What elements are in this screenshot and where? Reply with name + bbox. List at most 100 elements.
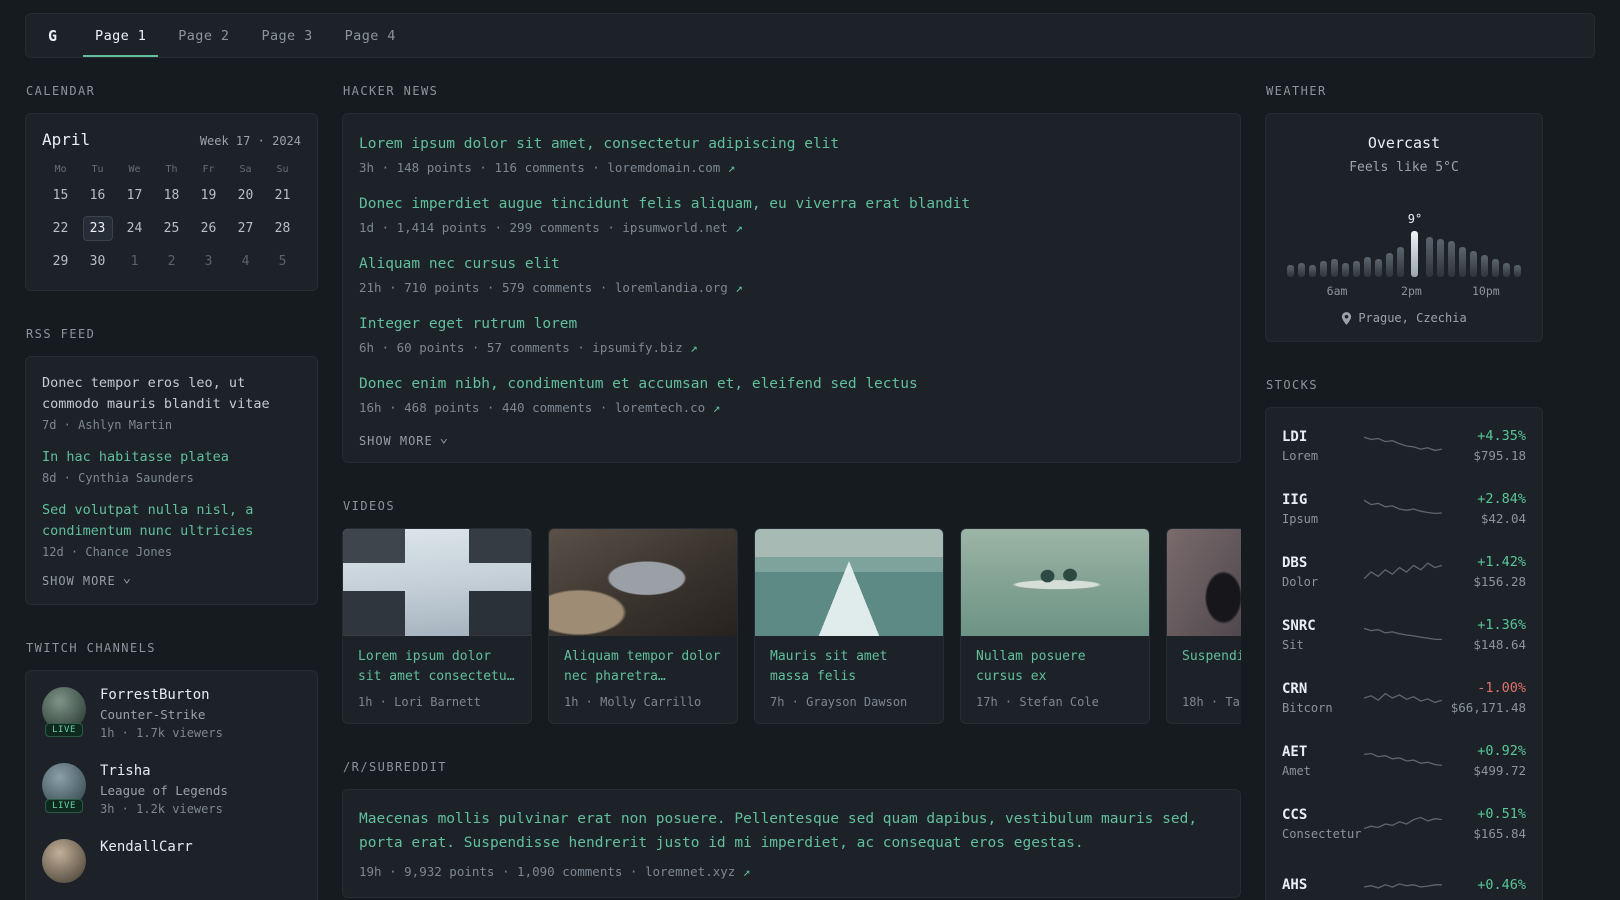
tab-page-4[interactable]: Page 4 bbox=[333, 14, 408, 57]
stock-price: $156.28 bbox=[1473, 574, 1526, 589]
calendar-day[interactable]: 27 bbox=[231, 216, 261, 241]
channel-name[interactable]: KendallCarr bbox=[100, 839, 193, 855]
app-logo[interactable]: G bbox=[48, 14, 57, 57]
calendar-day[interactable]: 16 bbox=[83, 183, 113, 208]
calendar-day[interactable]: 5 bbox=[268, 249, 298, 274]
sparkline-svg bbox=[1364, 692, 1443, 703]
hn-story-title[interactable]: Donec imperdiet augue tincidunt felis al… bbox=[359, 194, 1224, 215]
rss-item-title[interactable]: Donec tempor eros leo, ut commodo mauris… bbox=[42, 373, 301, 415]
calendar-day[interactable]: 20 bbox=[231, 183, 261, 208]
video-meta: 18h · Tara bbox=[1182, 695, 1241, 710]
hn-story-domain[interactable]: ipsumworld.net ↗ bbox=[622, 220, 742, 235]
calendar-day[interactable]: 24 bbox=[120, 216, 150, 241]
stock-row[interactable]: CRN Bitcorn -1.00% $66,171.48 bbox=[1282, 666, 1526, 729]
calendar-day[interactable]: 3 bbox=[194, 249, 224, 274]
stock-row[interactable]: IIG Ipsum +2.84% $42.04 bbox=[1282, 477, 1526, 540]
video-card[interactable]: Lorem ipsum dolor sit amet consectetu… 1h… bbox=[342, 528, 532, 725]
stock-name: Lorem bbox=[1282, 448, 1319, 463]
stock-row[interactable]: AHS +0.46% bbox=[1282, 855, 1526, 900]
rss-list: Donec tempor eros leo, ut commodo mauris… bbox=[42, 373, 301, 559]
channel-name[interactable]: ForrestBurton bbox=[100, 687, 223, 703]
stock-row[interactable]: AET Amet +0.92% $499.72 bbox=[1282, 729, 1526, 792]
stock-info: IIG Ipsum bbox=[1282, 492, 1364, 526]
calendar-day[interactable]: 19 bbox=[194, 183, 224, 208]
weather-bar bbox=[1426, 237, 1434, 277]
video-title[interactable]: Nullam posuere cursus ex bbox=[976, 647, 1134, 688]
subreddit-card: Maecenas mollis pulvinar erat non posuer… bbox=[342, 789, 1241, 898]
video-title[interactable]: Mauris sit amet massa felis bbox=[770, 647, 928, 688]
stock-name: Dolor bbox=[1282, 574, 1319, 589]
rss-show-more-button[interactable]: SHOW MORE ⌄ bbox=[42, 571, 301, 588]
calendar-day[interactable]: 1 bbox=[120, 249, 150, 274]
calendar-day[interactable]: 15 bbox=[46, 183, 76, 208]
stock-values: +0.46% bbox=[1442, 877, 1526, 897]
stock-row[interactable]: DBS Dolor +1.42% $156.28 bbox=[1282, 540, 1526, 603]
sparkline-svg bbox=[1364, 882, 1443, 889]
tab-page-3[interactable]: Page 3 bbox=[249, 14, 324, 57]
twitch-channel-list: LIVE ForrestBurton Counter-Strike 1h · 1.7k… bbox=[42, 686, 301, 883]
hn-story-domain[interactable]: loremlandia.org ↗ bbox=[615, 280, 743, 295]
hn-story-domain[interactable]: loremtech.co ↗ bbox=[615, 400, 720, 415]
twitch-channel-item[interactable]: LIVE Trisha League of Legends 3h · 1.2k vie… bbox=[42, 762, 301, 816]
video-title[interactable]: Lorem ipsum dolor sit amet consectetu… bbox=[358, 647, 516, 688]
hn-story-title[interactable]: Integer eget rutrum lorem bbox=[359, 314, 1224, 335]
video-card[interactable]: Aliquam tempor dolor nec pharetra… 1h · M… bbox=[548, 528, 738, 725]
calendar-day[interactable]: 21 bbox=[268, 183, 298, 208]
tab-page-1[interactable]: Page 1 bbox=[83, 14, 159, 57]
weather-bar bbox=[1286, 265, 1294, 277]
video-card[interactable]: Nullam posuere cursus ex 17h · Stefan Col… bbox=[960, 528, 1150, 725]
right-column: WEATHER Overcast Feels like 5°C 9° 6am 2p… bbox=[1265, 84, 1543, 900]
calendar-day[interactable]: 17 bbox=[120, 183, 150, 208]
video-title[interactable]: Aliquam tempor dolor nec pharetra… bbox=[564, 647, 722, 688]
hn-story-domain[interactable]: loremdomain.com ↗ bbox=[607, 160, 735, 175]
channel-game[interactable]: Counter-Strike bbox=[100, 707, 223, 722]
calendar-day[interactable]: 18 bbox=[157, 183, 187, 208]
weather-bar bbox=[1374, 259, 1382, 277]
video-title[interactable]: Suspendisse diam bbox=[1182, 647, 1241, 688]
video-card[interactable]: Mauris sit amet massa felis 7h · Grayson … bbox=[754, 528, 944, 725]
twitch-channel-item[interactable]: KendallCarr bbox=[42, 838, 301, 883]
calendar-day[interactable]: 29 bbox=[46, 249, 76, 274]
stock-row[interactable]: SNRC Sit +1.36% $148.64 bbox=[1282, 603, 1526, 666]
calendar-day[interactable]: 2 bbox=[157, 249, 187, 274]
calendar-day[interactable]: 25 bbox=[157, 216, 187, 241]
weather-hour-bar bbox=[1492, 259, 1500, 277]
hn-story-title[interactable]: Donec enim nibh, condimentum et accumsan… bbox=[359, 374, 1224, 395]
reddit-post-domain[interactable]: loremnet.xyz ↗ bbox=[645, 864, 750, 879]
stock-row[interactable]: LDI Lorem +4.35% $795.18 bbox=[1282, 414, 1526, 477]
hn-story-title[interactable]: Lorem ipsum dolor sit amet, consectetur … bbox=[359, 134, 1224, 155]
calendar-day[interactable]: 22 bbox=[46, 216, 76, 241]
rss-item-title[interactable]: In hac habitasse platea bbox=[42, 447, 301, 468]
channel-info: KendallCarr bbox=[100, 839, 193, 883]
hn-story-title[interactable]: Aliquam nec cursus elit bbox=[359, 254, 1224, 275]
section-title-weather: WEATHER bbox=[1266, 84, 1327, 98]
calendar-day-selected[interactable]: 23 bbox=[82, 216, 113, 241]
calendar-day[interactable]: 4 bbox=[231, 249, 261, 274]
rss-item-title[interactable]: Sed volutpat nulla nisl, a condimentum n… bbox=[42, 500, 301, 542]
reddit-post-title[interactable]: Maecenas mollis pulvinar erat non posuer… bbox=[359, 808, 1224, 856]
weather-bar bbox=[1385, 253, 1393, 277]
weather-feels-like: Feels like 5°C bbox=[1349, 160, 1459, 175]
weather-hour-bar bbox=[1514, 265, 1522, 277]
stock-change: +2.84% bbox=[1477, 491, 1526, 507]
calendar-day[interactable]: 30 bbox=[83, 249, 113, 274]
video-thumbnail bbox=[961, 529, 1149, 637]
stock-info: CCS Consectetur bbox=[1282, 807, 1364, 841]
stock-row[interactable]: CCS Consectetur +0.51% $165.84 bbox=[1282, 792, 1526, 855]
video-card[interactable]: Suspendisse diam 18h · Tara bbox=[1166, 528, 1241, 725]
twitch-channel-item[interactable]: LIVE ForrestBurton Counter-Strike 1h · 1.7k… bbox=[42, 686, 301, 740]
stock-symbol: AHS bbox=[1282, 876, 1308, 893]
channel-name[interactable]: Trisha bbox=[100, 763, 228, 779]
stock-values: -1.00% $66,171.48 bbox=[1442, 680, 1526, 715]
stock-info: LDI Lorem bbox=[1282, 429, 1364, 463]
calendar-day[interactable]: 28 bbox=[268, 216, 298, 241]
weather-bar bbox=[1437, 239, 1445, 277]
calendar-day[interactable]: 26 bbox=[194, 216, 224, 241]
channel-game[interactable]: League of Legends bbox=[100, 783, 228, 798]
stock-name: Bitcorn bbox=[1282, 700, 1333, 715]
tab-page-2[interactable]: Page 2 bbox=[166, 14, 241, 57]
hn-story-domain[interactable]: ipsumify.biz ↗ bbox=[592, 340, 697, 355]
hn-show-more-button[interactable]: SHOW MORE ⌄ bbox=[359, 431, 1224, 448]
weather-time-axis: 6am 2pm 10pm bbox=[1280, 284, 1528, 299]
stock-symbol: CCS bbox=[1282, 806, 1308, 823]
